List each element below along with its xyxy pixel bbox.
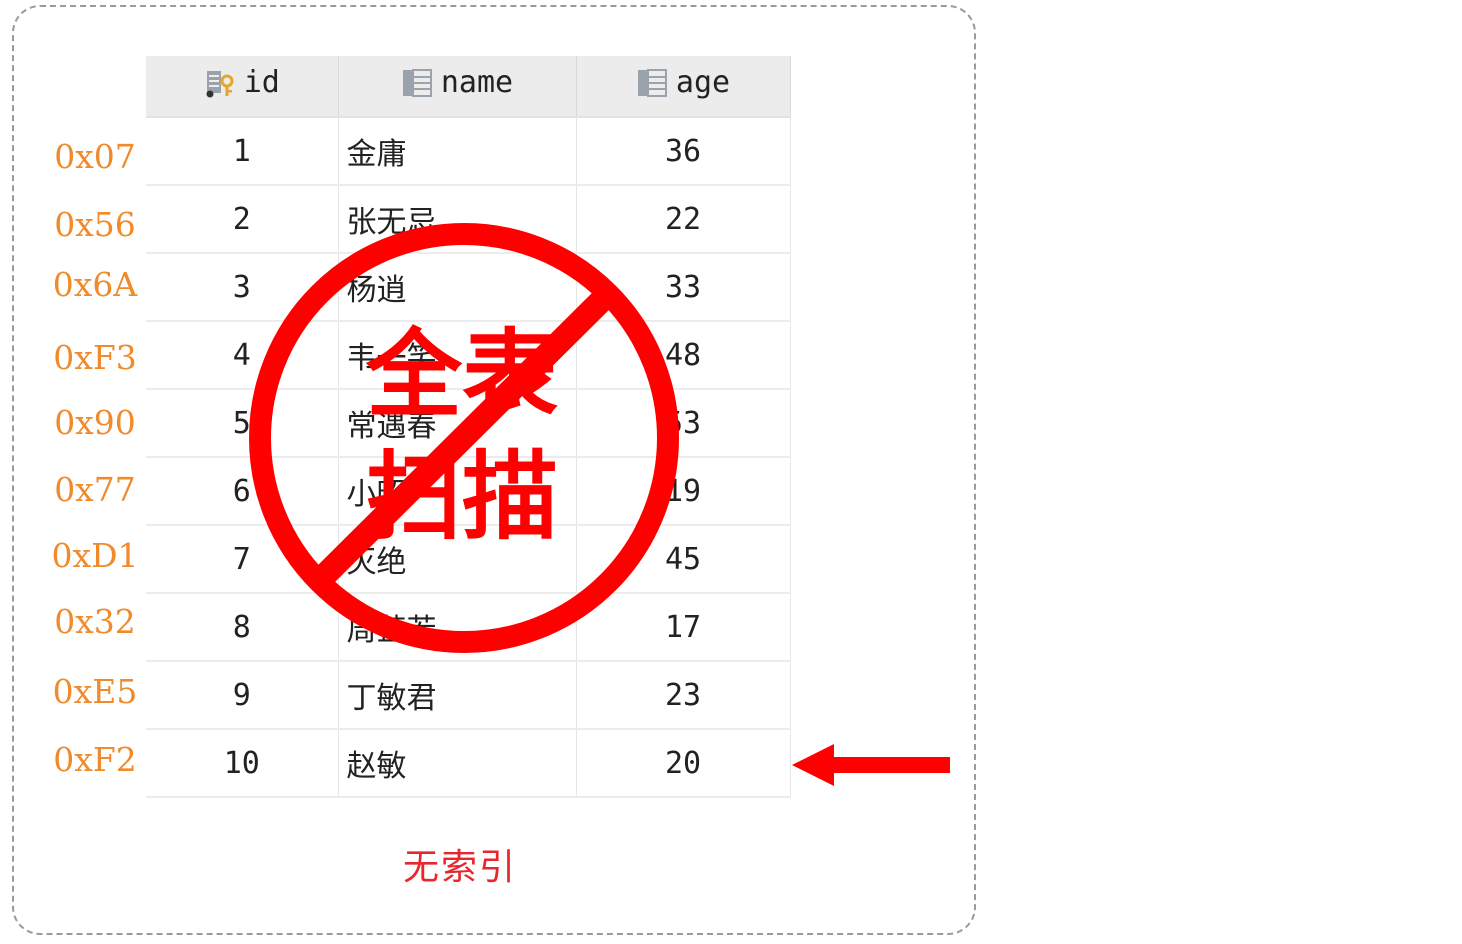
cell-name: 韦一笑 xyxy=(338,321,577,390)
table-row: 1 金庸 36 xyxy=(146,117,791,186)
cell-id: 6 xyxy=(146,457,339,526)
cell-id: 1 xyxy=(146,117,339,186)
cell-name: 杨逍 xyxy=(338,253,577,322)
column-label-name: name xyxy=(440,65,514,101)
row-address: 0xF2 xyxy=(53,740,137,779)
table-row: 10 赵敏 20 xyxy=(146,729,791,798)
cell-id: 2 xyxy=(146,185,339,254)
data-table: id name age 1 金庸 36 2 张无忌 22 3 杨逍 33 4 韦… xyxy=(146,56,791,798)
row-address: 0xE5 xyxy=(52,672,138,711)
table-row: 2 张无忌 22 xyxy=(146,185,791,254)
caption-no-index: 无索引 xyxy=(402,847,517,888)
cell-age: 19 xyxy=(576,457,791,526)
table-row: 5 常遇春 53 xyxy=(146,389,791,458)
cell-age: 45 xyxy=(576,525,791,594)
cell-name: 赵敏 xyxy=(338,729,577,798)
table-row: 6 小昭 19 xyxy=(146,457,791,526)
cell-age: 53 xyxy=(576,389,791,458)
cell-name: 小昭 xyxy=(338,457,577,526)
table-column-icon xyxy=(402,68,432,97)
table-column-icon xyxy=(637,68,667,97)
row-address: 0xD1 xyxy=(51,536,139,575)
row-address: 0x07 xyxy=(54,137,136,176)
cell-age: 23 xyxy=(576,661,791,730)
cell-age: 17 xyxy=(576,593,791,662)
cell-id: 4 xyxy=(146,321,339,390)
cell-name: 周芷若 xyxy=(338,593,577,662)
row-address: 0x90 xyxy=(54,403,136,442)
cell-id: 7 xyxy=(146,525,339,594)
table-row: 4 韦一笑 48 xyxy=(146,321,791,390)
cell-id: 9 xyxy=(146,661,339,730)
column-label-age: age xyxy=(675,65,731,101)
cell-name: 金庸 xyxy=(338,117,577,186)
table-row: 7 灭绝 45 xyxy=(146,525,791,594)
cell-age: 33 xyxy=(576,253,791,322)
key-column-icon xyxy=(206,70,234,98)
cell-name: 灭绝 xyxy=(338,525,577,594)
row-address: 0x6A xyxy=(52,265,138,304)
row-address: 0x56 xyxy=(54,205,136,244)
table-row: 9 丁敏君 23 xyxy=(146,661,791,730)
row-address: 0x77 xyxy=(54,470,136,509)
row-address: 0xF3 xyxy=(53,338,137,377)
cell-id: 8 xyxy=(146,593,339,662)
cell-age: 22 xyxy=(576,185,791,254)
table-header-row: id name age xyxy=(146,56,791,118)
cell-age: 20 xyxy=(576,729,791,798)
cell-id: 5 xyxy=(146,389,339,458)
column-header-id[interactable]: id xyxy=(146,56,339,118)
column-header-age[interactable]: age xyxy=(576,56,791,118)
row-address: 0x32 xyxy=(54,602,136,641)
table-row: 3 杨逍 33 xyxy=(146,253,791,322)
cell-age: 36 xyxy=(576,117,791,186)
cell-id: 10 xyxy=(146,729,339,798)
table-row: 8 周芷若 17 xyxy=(146,593,791,662)
cell-age: 48 xyxy=(576,321,791,390)
cell-name: 常遇春 xyxy=(338,389,577,458)
cell-name: 丁敏君 xyxy=(338,661,577,730)
column-label-id: id xyxy=(243,65,280,101)
column-header-name[interactable]: name xyxy=(338,56,577,118)
cell-name: 张无忌 xyxy=(338,185,577,254)
cell-id: 3 xyxy=(146,253,339,322)
